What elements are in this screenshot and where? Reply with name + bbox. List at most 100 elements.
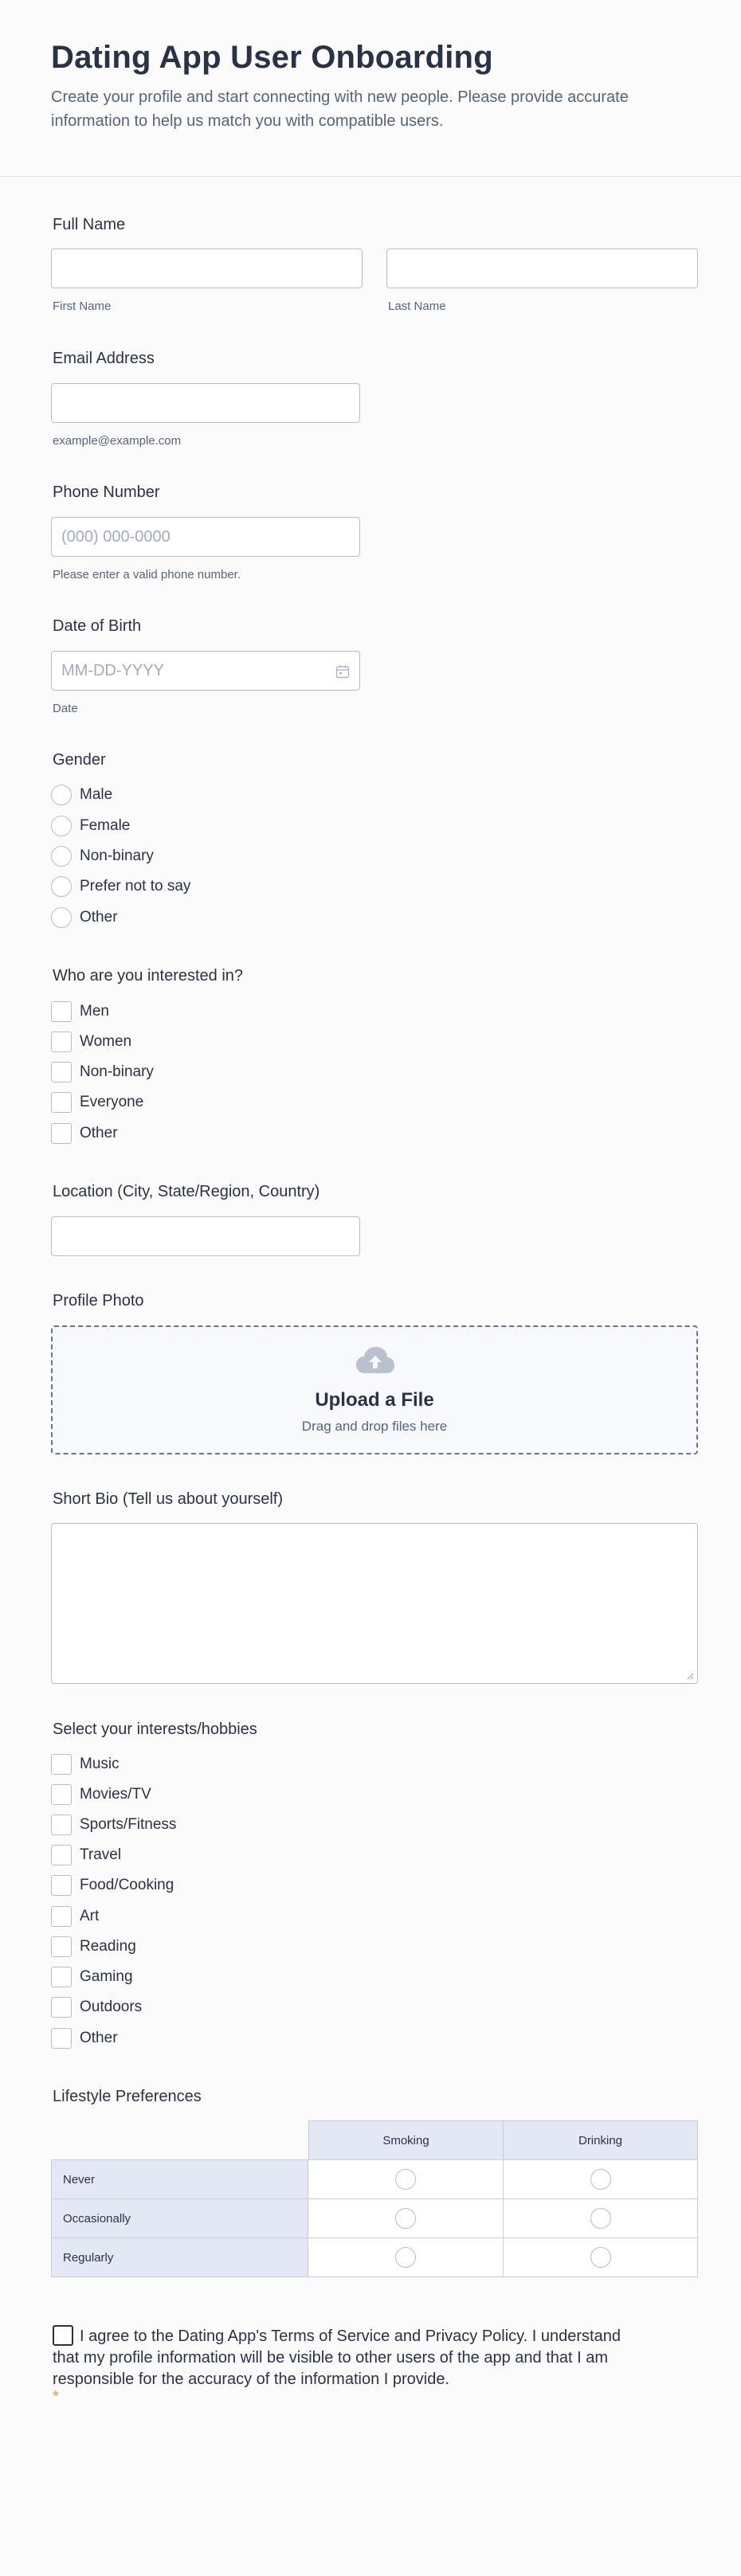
dob-label: Date of Birth	[53, 617, 142, 635]
interest-option-sports-fitness[interactable]: Sports/Fitness	[51, 1814, 176, 1836]
radio-button[interactable]	[395, 2208, 416, 2229]
option-label: Women	[80, 1033, 132, 1050]
matrix-row-header: Regularly	[51, 2237, 308, 2277]
option-label: Non-binary	[80, 1063, 154, 1080]
interests-label: Select your interests/hobbies	[53, 1721, 257, 1738]
terms-text: I agree to the Dating App's Terms of Ser…	[53, 2327, 621, 2388]
matrix-cell-regularly-drinking[interactable]	[503, 2237, 698, 2277]
phone-label: Phone Number	[53, 483, 160, 501]
resize-handle-icon[interactable]	[686, 1672, 694, 1680]
checkbox[interactable]	[51, 1936, 72, 1957]
location-input[interactable]	[51, 1216, 360, 1256]
checkbox[interactable]	[51, 2028, 72, 2049]
terms-agreement[interactable]: I agree to the Dating App's Terms of Ser…	[53, 2325, 634, 2390]
phone-sublabel: Please enter a valid phone number.	[53, 568, 241, 581]
matrix-cell-occasionally-smoking[interactable]	[308, 2198, 504, 2238]
checkbox[interactable]	[51, 1092, 72, 1113]
radio-button[interactable]	[51, 816, 72, 836]
matrix-row-header: Occasionally	[51, 2198, 308, 2238]
interest-option-gaming[interactable]: Gaming	[51, 1966, 133, 1988]
checkbox[interactable]	[51, 1875, 72, 1896]
full-name-label: Full Name	[53, 216, 126, 233]
option-label: Everyone	[80, 1094, 144, 1110]
option-label: Other	[80, 909, 118, 926]
interested-option-non-binary[interactable]: Non-binary	[51, 1061, 154, 1083]
bio-label: Short Bio (Tell us about yourself)	[53, 1490, 284, 1508]
radio-button[interactable]	[590, 2169, 611, 2190]
checkbox[interactable]	[51, 1815, 72, 1835]
dob-input[interactable]: MM-DD-YYYY	[51, 651, 360, 691]
cloud-upload-icon	[356, 1347, 394, 1373]
gender-option-non-binary[interactable]: Non-binary	[51, 845, 154, 867]
email-input[interactable]	[51, 383, 360, 423]
interest-option-movies-tv[interactable]: Movies/TV	[51, 1783, 151, 1806]
interested-option-women[interactable]: Women	[51, 1031, 131, 1053]
interested-option-everyone[interactable]: Everyone	[51, 1091, 143, 1114]
radio-button[interactable]	[51, 907, 72, 928]
lifestyle-label: Lifestyle Preferences	[53, 2088, 202, 2105]
first-name-input[interactable]	[51, 249, 363, 288]
matrix-cell-regularly-smoking[interactable]	[308, 2237, 504, 2277]
email-sublabel: example@example.com	[53, 434, 182, 448]
interest-option-other[interactable]: Other	[51, 2027, 118, 2049]
profile-photo-label: Profile Photo	[53, 1292, 144, 1310]
interest-option-music[interactable]: Music	[51, 1753, 120, 1775]
calendar-icon[interactable]	[335, 664, 350, 679]
gender-option-female[interactable]: Female	[51, 815, 130, 837]
checkbox[interactable]	[51, 1123, 72, 1144]
option-label: Outdoors	[80, 1999, 143, 2015]
option-label: Non-binary	[80, 848, 154, 864]
matrix-column-header: Drinking	[503, 2120, 698, 2160]
terms-checkbox[interactable]	[53, 2325, 73, 2346]
option-label: Male	[80, 786, 113, 803]
matrix-cell-never-smoking[interactable]	[308, 2159, 504, 2199]
option-label: Food/Cooking	[80, 1877, 174, 1893]
option-label: Reading	[80, 1938, 136, 1955]
gender-option-male[interactable]: Male	[51, 784, 112, 806]
location-label: Location (City, State/Region, Country)	[53, 1183, 320, 1200]
option-label: Prefer not to say	[80, 878, 191, 895]
interest-option-travel[interactable]: Travel	[51, 1844, 121, 1866]
option-label: Female	[80, 817, 131, 834]
interest-option-art[interactable]: Art	[51, 1905, 99, 1928]
checkbox[interactable]	[51, 1906, 72, 1927]
checkbox[interactable]	[51, 1784, 72, 1805]
matrix-cell-occasionally-drinking[interactable]	[503, 2198, 698, 2238]
file-upload-dropzone[interactable]: Upload a File Drag and drop files here	[51, 1325, 698, 1454]
upload-title: Upload a File	[315, 1389, 434, 1411]
interested-option-other[interactable]: Other	[51, 1122, 118, 1145]
matrix-cell-never-drinking[interactable]	[503, 2159, 698, 2199]
option-label: Movies/TV	[80, 1786, 151, 1803]
radio-button[interactable]	[395, 2169, 416, 2190]
checkbox[interactable]	[51, 1754, 72, 1775]
option-label: Art	[80, 1908, 100, 1924]
radio-button[interactable]	[51, 785, 72, 805]
radio-button[interactable]	[51, 846, 72, 867]
radio-button[interactable]	[590, 2208, 611, 2229]
interest-option-reading[interactable]: Reading	[51, 1936, 136, 1958]
bio-textarea[interactable]	[51, 1523, 698, 1684]
radio-button[interactable]	[395, 2247, 416, 2268]
matrix-column-header: Smoking	[308, 2120, 504, 2160]
option-label: Sports/Fitness	[80, 1816, 177, 1833]
gender-option-prefer-not-to-say[interactable]: Prefer not to say	[51, 875, 190, 898]
phone-input[interactable]: (000) 000-0000	[51, 517, 360, 557]
last-name-input[interactable]	[386, 249, 698, 288]
option-label: Music	[80, 1756, 120, 1772]
gender-option-other[interactable]: Other	[51, 906, 118, 929]
radio-button[interactable]	[51, 876, 72, 897]
checkbox[interactable]	[51, 1062, 72, 1082]
option-label: Travel	[80, 1846, 122, 1863]
checkbox[interactable]	[51, 1032, 72, 1052]
form-title: Dating App User Onboarding	[51, 40, 493, 75]
dob-sublabel: Date	[53, 702, 78, 715]
checkbox[interactable]	[51, 1997, 72, 2018]
last-name-sublabel: Last Name	[388, 299, 446, 313]
checkbox[interactable]	[51, 1845, 72, 1865]
interested-option-men[interactable]: Men	[51, 1000, 109, 1023]
interest-option-outdoors[interactable]: Outdoors	[51, 1996, 142, 2018]
checkbox[interactable]	[51, 1001, 72, 1022]
radio-button[interactable]	[590, 2247, 611, 2268]
interest-option-food-cooking[interactable]: Food/Cooking	[51, 1874, 174, 1897]
checkbox[interactable]	[51, 1967, 72, 1987]
